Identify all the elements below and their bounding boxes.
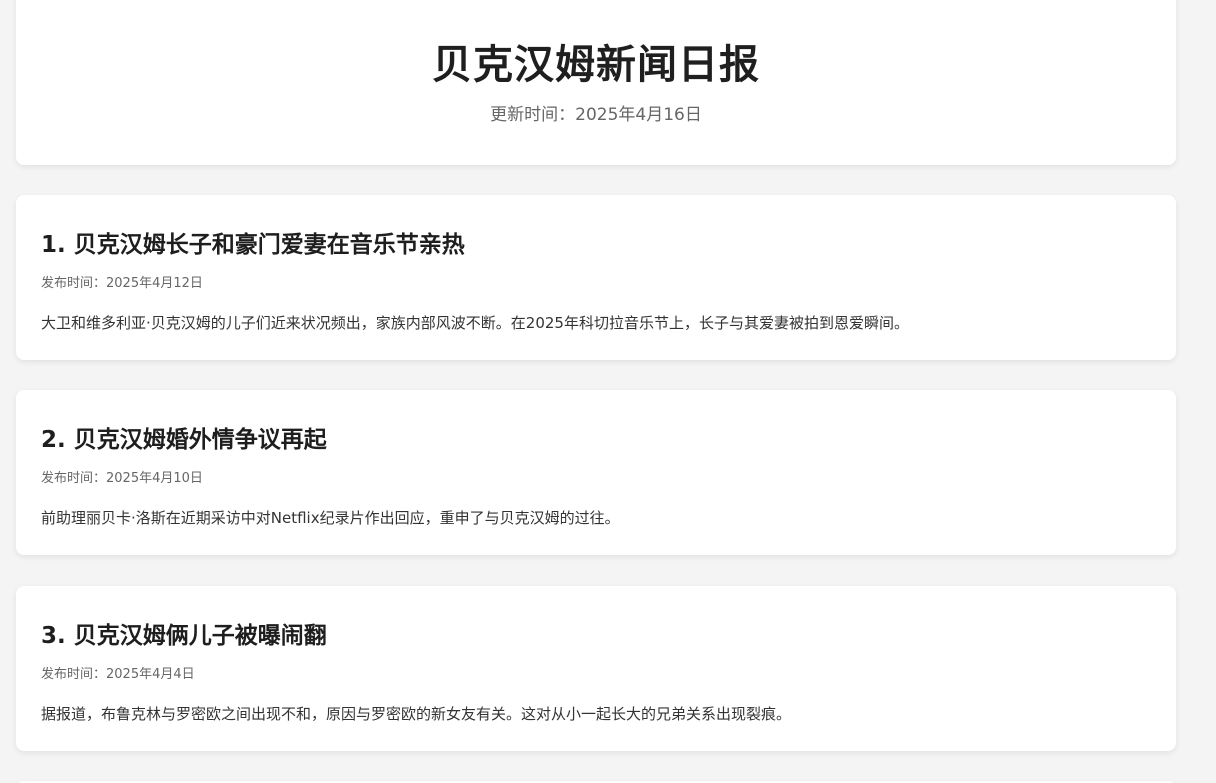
news-summary: 前助理丽贝卡·洛斯在近期采访中对Netflix纪录片作出回应，重申了与贝克汉姆的… [41, 509, 620, 527]
news-summary: 据报道，布鲁克林与罗密欧之间出现不和，原因与罗密欧的新女友有关。这对从小一起长大… [41, 705, 792, 723]
news-date: 发布时间：2025年4月12日 [41, 276, 203, 291]
news-card[interactable]: 2. 贝克汉姆婚外情争议再起 发布时间：2025年4月10日 前助理丽贝卡·洛斯… [16, 390, 1176, 555]
news-title[interactable]: 3. 贝克汉姆俩儿子被曝闹翻 [41, 616, 327, 650]
news-summary: 大卫和维多利亚·贝克汉姆的儿子们近来状况频出，家族内部风波不断。在2025年科切… [41, 314, 909, 332]
header-card: 贝克汉姆新闻日报 更新时间：2025年4月16日 [16, 0, 1176, 165]
page: 贝克汉姆新闻日报 更新时间：2025年4月16日 1. 贝克汉姆长子和豪门爱妻在… [0, 0, 1216, 783]
news-card[interactable]: 1. 贝克汉姆长子和豪门爱妻在音乐节亲热 发布时间：2025年4月12日 大卫和… [16, 195, 1176, 360]
news-date: 发布时间：2025年4月4日 [41, 667, 195, 682]
page-title: 贝克汉姆新闻日报 [432, 42, 760, 88]
news-title[interactable]: 2. 贝克汉姆婚外情争议再起 [41, 420, 327, 454]
update-time: 更新时间：2025年4月16日 [490, 105, 702, 125]
news-date: 发布时间：2025年4月10日 [41, 471, 203, 486]
news-title[interactable]: 1. 贝克汉姆长子和豪门爱妻在音乐节亲热 [41, 225, 465, 259]
news-card[interactable]: 3. 贝克汉姆俩儿子被曝闹翻 发布时间：2025年4月4日 据报道，布鲁克林与罗… [16, 586, 1176, 751]
